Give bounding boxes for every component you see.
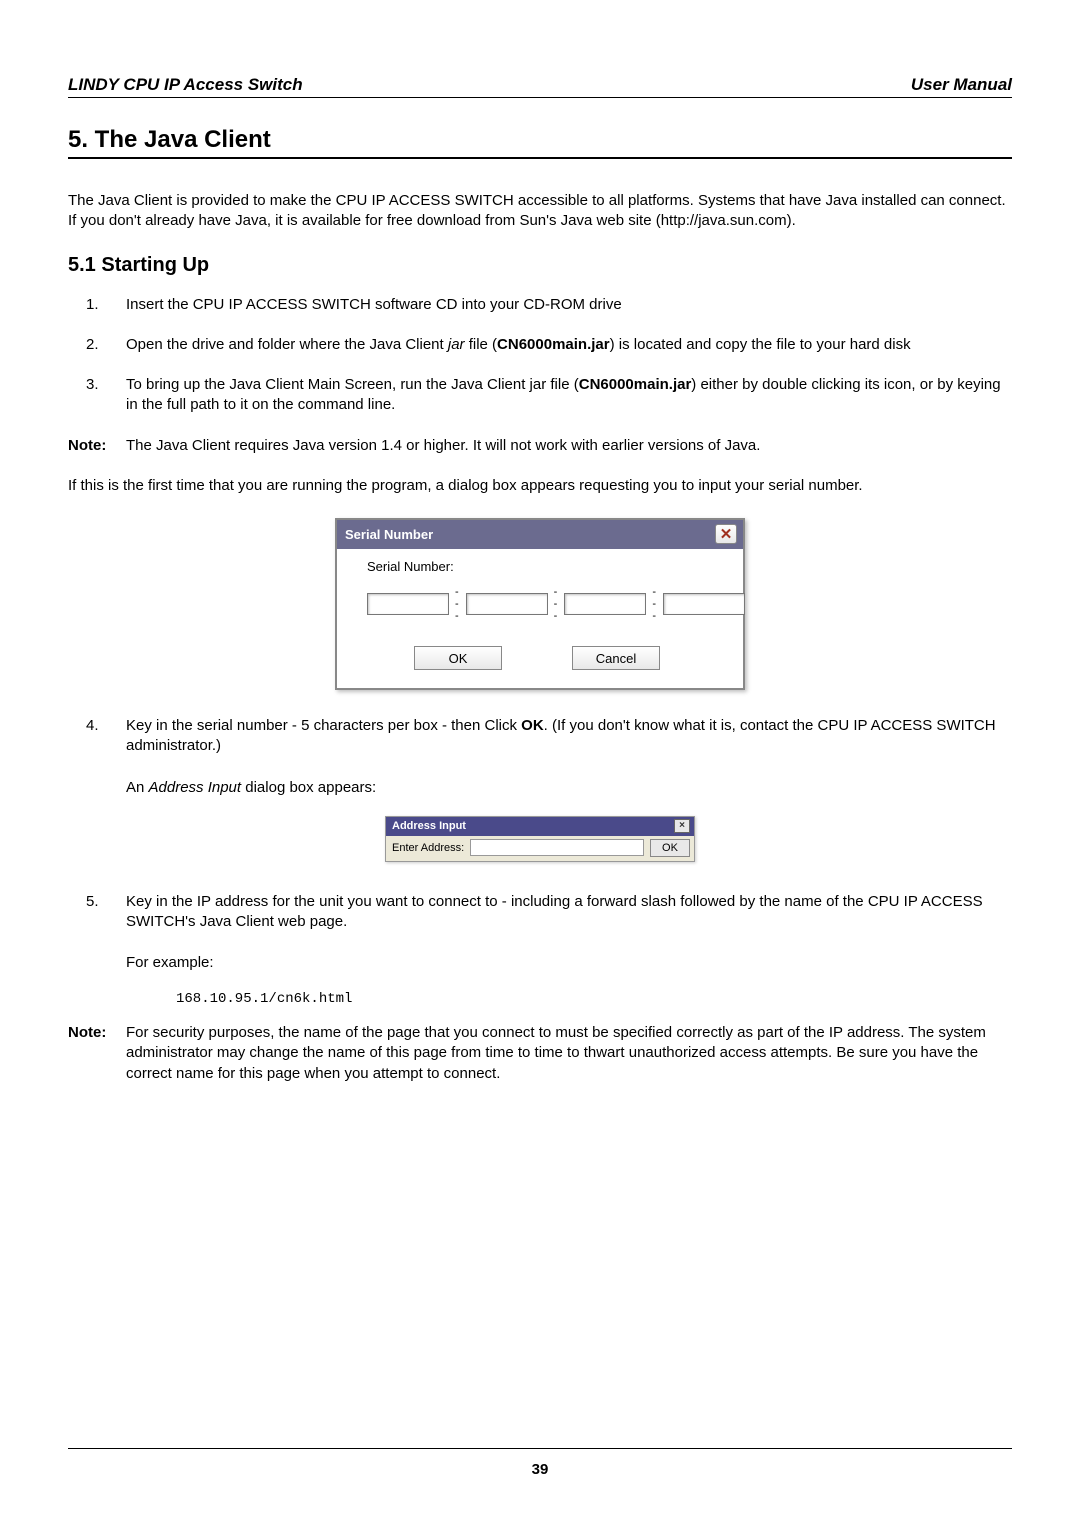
- ok-button[interactable]: OK: [650, 839, 690, 857]
- note-body: The Java Client requires Java version 1.…: [126, 436, 1012, 456]
- step-text: Open the drive and folder where the Java…: [126, 336, 911, 353]
- note-label: Note:: [68, 1023, 126, 1084]
- dialog-title: Serial Number: [345, 527, 433, 542]
- address-input[interactable]: [470, 839, 644, 856]
- dash-icon: ---: [652, 586, 657, 622]
- ok-button[interactable]: OK: [414, 646, 502, 670]
- step-text: Key in the IP address for the unit you w…: [126, 893, 983, 930]
- note-body: For security purposes, the name of the p…: [126, 1023, 1012, 1084]
- serial-input-4[interactable]: [663, 593, 745, 615]
- code-example: 168.10.95.1/cn6k.html: [68, 991, 1012, 1007]
- subsection-title: 5.1 Starting Up: [68, 254, 1012, 277]
- address-input-dialog: Address Input × Enter Address: OK: [385, 816, 695, 862]
- address-label: Enter Address:: [392, 842, 464, 854]
- serial-label: Serial Number:: [367, 559, 727, 574]
- step4-sub: An Address Input dialog box appears:: [68, 777, 1012, 798]
- dash-icon: ---: [554, 586, 559, 622]
- close-icon[interactable]: ✕: [715, 524, 737, 544]
- serial-number-dialog: Serial Number ✕ Serial Number: --- --- -…: [335, 518, 745, 690]
- close-icon[interactable]: ×: [674, 819, 690, 833]
- step-number: 3.: [86, 375, 99, 395]
- step-number: 4.: [86, 716, 99, 736]
- intro-paragraph: The Java Client is provided to make the …: [68, 191, 1012, 232]
- section-title: 5. The Java Client: [68, 126, 1012, 159]
- serial-input-2[interactable]: [466, 593, 548, 615]
- step-text: Key in the serial number - 5 characters …: [126, 717, 996, 754]
- step5-sub: For example:: [68, 952, 1012, 973]
- note-label: Note:: [68, 436, 126, 456]
- cancel-button[interactable]: Cancel: [572, 646, 660, 670]
- header-right: User Manual: [911, 75, 1012, 95]
- dialog-body: Enter Address: OK: [386, 836, 694, 861]
- step-number: 2.: [86, 335, 99, 355]
- dash-icon: ---: [455, 586, 460, 622]
- para-after-note1: If this is the first time that you are r…: [68, 476, 1012, 496]
- dialog-titlebar: Serial Number ✕: [337, 520, 743, 549]
- dialog-titlebar: Address Input ×: [386, 817, 694, 836]
- dialog-body: Serial Number: --- --- --- OK Cancel: [337, 549, 743, 688]
- step-4: 4. Key in the serial number - 5 characte…: [126, 716, 1012, 757]
- serial-inputs: --- --- ---: [367, 586, 727, 622]
- step-5: 5. Key in the IP address for the unit yo…: [126, 892, 1012, 933]
- step-1: 1. Insert the CPU IP ACCESS SWITCH softw…: [126, 295, 1012, 315]
- page-footer: 39: [68, 1448, 1012, 1478]
- dialog-title: Address Input: [392, 820, 466, 832]
- step-3: 3. To bring up the Java Client Main Scre…: [126, 375, 1012, 416]
- serial-input-1[interactable]: [367, 593, 449, 615]
- step-number: 5.: [86, 892, 99, 912]
- step-text: Insert the CPU IP ACCESS SWITCH software…: [126, 296, 622, 313]
- header-left: LINDY CPU IP Access Switch: [68, 75, 303, 95]
- page-number: 39: [532, 1461, 549, 1478]
- step-2: 2. Open the drive and folder where the J…: [126, 335, 1012, 355]
- page-header: LINDY CPU IP Access Switch User Manual: [68, 75, 1012, 98]
- dialog-buttons: OK Cancel: [367, 646, 727, 670]
- step-text: To bring up the Java Client Main Screen,…: [126, 376, 1001, 413]
- step-number: 1.: [86, 295, 99, 315]
- serial-input-3[interactable]: [564, 593, 646, 615]
- note-2: Note: For security purposes, the name of…: [68, 1023, 1012, 1084]
- note-1: Note: The Java Client requires Java vers…: [68, 436, 1012, 456]
